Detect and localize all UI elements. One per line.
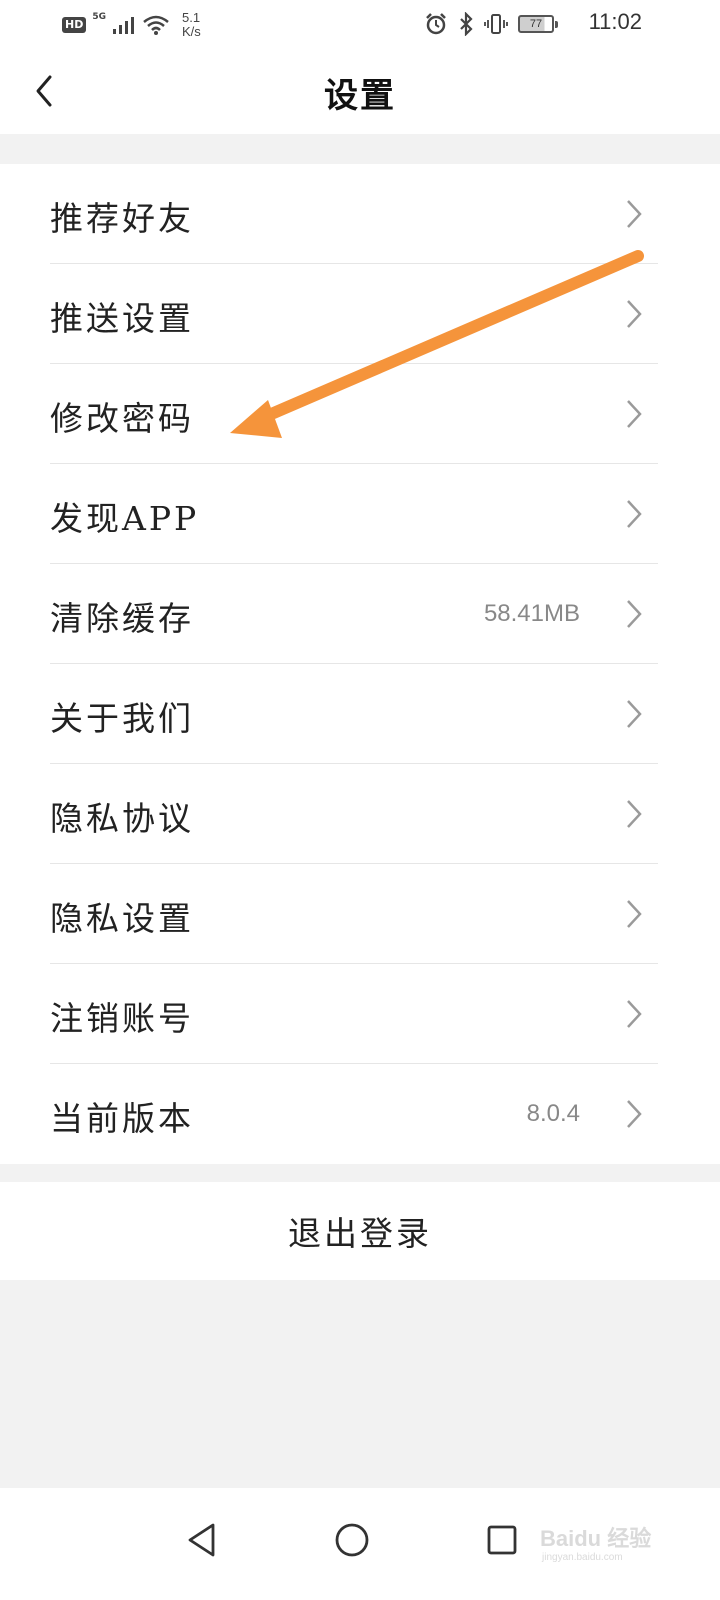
back-triangle-icon xyxy=(188,1523,215,1557)
nav-home-button[interactable] xyxy=(322,1510,382,1570)
row-label: 关于我们 xyxy=(50,699,194,738)
baidu-jingyan-watermark: Baidu 经验 jingyan.baidu.com xyxy=(540,1526,651,1562)
settings-row-change-password[interactable]: 修改密码 xyxy=(0,364,720,464)
status-bar: HD 5G 5.1 K/s 77 11:02 xyxy=(0,0,720,48)
row-label: 推荐好友 xyxy=(50,199,194,238)
network-type: 5G xyxy=(92,12,106,22)
network-speed: 5.1 K/s xyxy=(182,11,201,39)
recents-square-icon xyxy=(487,1525,517,1555)
settings-list: 推荐好友 推送设置 修改密码 发现APP 清除缓存 58.41MB 关于我们 隐… xyxy=(0,164,720,1164)
chevron-right-icon xyxy=(627,500,642,528)
speed-unit: K/s xyxy=(182,24,201,39)
chevron-right-icon xyxy=(627,700,642,728)
settings-row-current-version[interactable]: 当前版本 8.0.4 xyxy=(0,1064,720,1164)
status-left: HD 5G 5.1 K/s xyxy=(62,8,201,42)
chevron-right-icon xyxy=(627,1100,642,1128)
settings-row-push-settings[interactable]: 推送设置 xyxy=(0,264,720,364)
cache-size-value: 58.41MB xyxy=(483,600,580,627)
logout-section: 退出登录 xyxy=(0,1182,720,1280)
vibrate-icon xyxy=(484,14,508,34)
nav-back-button[interactable] xyxy=(172,1510,232,1570)
row-label: 推送设置 xyxy=(50,299,194,338)
alarm-icon xyxy=(426,13,446,35)
row-label: 隐私设置 xyxy=(50,899,194,938)
row-label: 清除缓存 xyxy=(50,599,194,638)
watermark-subtext: jingyan.baidu.com xyxy=(541,1552,623,1562)
settings-row-clear-cache[interactable]: 清除缓存 58.41MB xyxy=(0,564,720,664)
watermark-text: Baidu 经验 xyxy=(540,1526,651,1551)
chevron-right-icon xyxy=(627,600,642,628)
row-label: 修改密码 xyxy=(50,399,194,438)
row-label: 当前版本 xyxy=(50,1099,194,1138)
speed-value: 5.1 xyxy=(182,10,201,25)
settings-row-recommend-friends[interactable]: 推荐好友 xyxy=(0,164,720,264)
row-label: 隐私协议 xyxy=(50,799,194,838)
row-label: 发现APP xyxy=(50,499,200,538)
status-right: 77 xyxy=(424,10,558,38)
chevron-right-icon xyxy=(627,900,642,928)
settings-row-about-us[interactable]: 关于我们 xyxy=(0,664,720,764)
logout-button[interactable]: 退出登录 xyxy=(0,1182,720,1280)
status-time: 11:02 xyxy=(588,9,642,34)
settings-row-delete-account[interactable]: 注销账号 xyxy=(0,964,720,1064)
chevron-right-icon xyxy=(627,200,642,228)
settings-row-privacy-agreement[interactable]: 隐私协议 xyxy=(0,764,720,864)
chevron-right-icon xyxy=(627,400,642,428)
nav-recents-button[interactable] xyxy=(472,1510,532,1570)
bluetooth-icon xyxy=(460,12,473,36)
chevron-right-icon xyxy=(627,800,642,828)
settings-row-privacy-settings[interactable]: 隐私设置 xyxy=(0,864,720,964)
row-label: 注销账号 xyxy=(50,999,194,1038)
hd-badge: HD xyxy=(62,17,87,33)
app-header: 设置 xyxy=(0,48,720,134)
home-circle-icon xyxy=(335,1523,369,1557)
chevron-right-icon xyxy=(627,300,642,328)
version-value: 8.0.4 xyxy=(526,1100,580,1127)
wifi-icon xyxy=(143,15,169,35)
page-title: 设置 xyxy=(324,76,396,116)
signal-icon xyxy=(113,17,134,34)
battery-icon: 77 xyxy=(518,15,558,33)
chevron-right-icon xyxy=(627,1000,642,1028)
settings-row-discover-app[interactable]: 发现APP xyxy=(0,464,720,564)
